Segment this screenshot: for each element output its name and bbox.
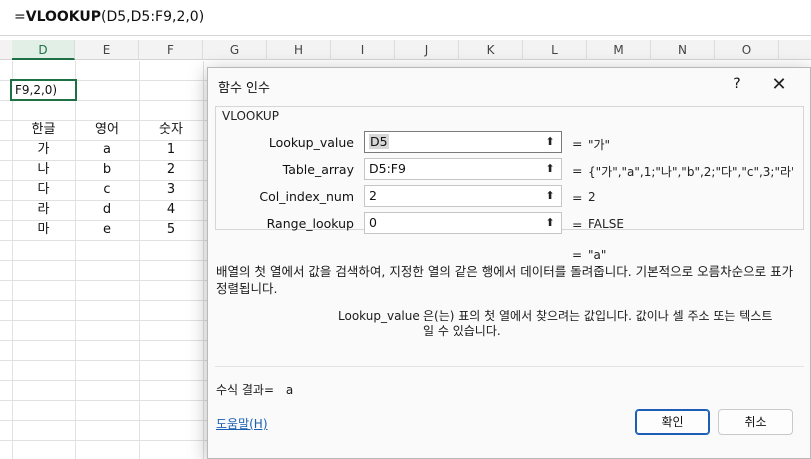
function-result-value: "a" [588, 248, 607, 262]
cell-e4[interactable]: 영어 [75, 120, 139, 140]
arg-result-table-array: {"가","a",1;"나","b",2;"다","c",3;"라"… [588, 165, 793, 179]
column-headers: D E F G H I J K L M N O [0, 40, 811, 60]
collapse-dialog-icon[interactable]: ⬆ [540, 159, 560, 179]
argument-help-text: 은(는) 표의 첫 열에서 찾으려는 값입니다. 값이나 셀 주소 또는 텍스트… [423, 309, 773, 338]
formula-bar[interactable]: =VLOOKUP(D5,D5:F9,2,0) [0, 0, 811, 36]
cell-d8[interactable]: 라 [12, 200, 75, 220]
column-header-e[interactable]: E [75, 40, 139, 60]
column-header-i[interactable]: I [331, 40, 395, 60]
column-header-j[interactable]: J [395, 40, 459, 60]
arg-result-col-index-num: 2 [588, 190, 596, 204]
function-description: 배열의 첫 열에서 값을 검색하여, 지정한 열의 같은 행에서 데이터를 돌려… [216, 264, 794, 296]
cell-d5[interactable]: 가 [12, 140, 75, 160]
column-header-f[interactable]: F [139, 40, 203, 60]
cell-e6[interactable]: b [75, 160, 139, 180]
formula-prefix: = [14, 9, 26, 25]
arg-label-table-array: Table_array [282, 162, 354, 177]
grid-line [203, 61, 204, 459]
formula-text[interactable]: =VLOOKUP(D5,D5:F9,2,0) [14, 9, 204, 25]
arg-result-range-lookup: FALSE [588, 217, 624, 231]
dialog-title: 함수 인수 [218, 81, 270, 96]
table-array-input[interactable]: D5:F9 [364, 158, 562, 180]
cell-d4[interactable]: 한글 [12, 120, 75, 140]
cell-d6[interactable]: 나 [12, 160, 75, 180]
column-header-o[interactable]: O [715, 40, 779, 60]
column-header-k[interactable]: K [459, 40, 523, 60]
cell-f6[interactable]: 2 [139, 160, 203, 180]
arg-equals: = [572, 217, 583, 232]
collapse-dialog-icon[interactable]: ⬆ [540, 186, 560, 206]
cell-f4[interactable]: 숫자 [139, 120, 203, 140]
cell-e8[interactable]: d [75, 200, 139, 220]
close-icon[interactable]: ✕ [768, 74, 790, 96]
lookup-value-input[interactable]: D5 [364, 131, 562, 153]
arg-equals: = [572, 163, 583, 178]
cancel-button[interactable]: 취소 [718, 409, 793, 435]
function-result-equals: = [572, 248, 583, 262]
column-header-g[interactable]: G [203, 40, 267, 60]
cell-d9[interactable]: 마 [12, 220, 75, 240]
column-header-l[interactable]: L [523, 40, 587, 60]
cell-f8[interactable]: 4 [139, 200, 203, 220]
collapse-dialog-icon[interactable]: ⬆ [540, 213, 560, 233]
cell-f9[interactable]: 5 [139, 220, 203, 240]
function-arguments-dialog: 함수 인수 ? ✕ VLOOKUP Lookup_value D5 ⬆ = "가… [207, 67, 811, 459]
formula-args: (D5,D5:F9,2,0) [101, 9, 205, 25]
dialog-titlebar[interactable]: 함수 인수 ? ✕ [208, 68, 810, 100]
dialog-divider [215, 366, 804, 367]
formula-result-label: 수식 결과= [216, 383, 275, 397]
active-edit-cell[interactable]: F9,2,0) [10, 79, 77, 101]
arg-label-lookup-value: Lookup_value [268, 135, 354, 150]
lookup-value-selected-text: D5 [369, 134, 389, 149]
cell-d7[interactable]: 다 [12, 180, 75, 200]
argument-help-name: Lookup_value [338, 309, 420, 323]
arg-equals: = [572, 136, 583, 151]
arg-label-col-index-num: Col_index_num [259, 189, 354, 204]
column-header-m[interactable]: M [587, 40, 651, 60]
help-question-icon[interactable]: ? [727, 74, 747, 94]
cell-e9[interactable]: e [75, 220, 139, 240]
column-header-h[interactable]: H [267, 40, 331, 60]
arg-label-range-lookup: Range_lookup [266, 216, 354, 231]
column-header-d[interactable]: D [12, 40, 75, 60]
help-link[interactable]: 도움말(H) [216, 415, 268, 432]
arg-result-lookup-value: "가" [588, 138, 611, 152]
function-name: VLOOKUP [222, 109, 279, 123]
range-lookup-input[interactable]: 0 [364, 212, 562, 234]
cell-e7[interactable]: c [75, 180, 139, 200]
arg-equals: = [572, 190, 583, 205]
cell-f5[interactable]: 1 [139, 140, 203, 160]
formula-function: VLOOKUP [25, 9, 102, 25]
formula-result-value: a [285, 383, 294, 397]
collapse-dialog-icon[interactable]: ⬆ [540, 132, 560, 152]
ok-button[interactable]: 확인 [635, 409, 710, 435]
cell-f7[interactable]: 3 [139, 180, 203, 200]
cell-e5[interactable]: a [75, 140, 139, 160]
column-header-n[interactable]: N [651, 40, 715, 60]
formula-result: 수식 결과= a [216, 381, 293, 398]
col-index-num-input[interactable]: 2 [364, 185, 562, 207]
